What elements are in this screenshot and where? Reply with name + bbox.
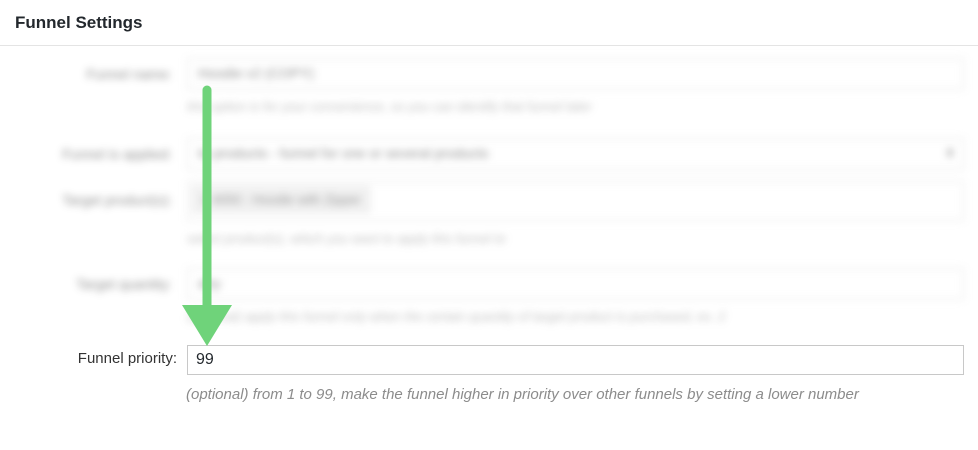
target-quantity-input[interactable]: any: [187, 268, 964, 300]
panel-header: Funnel Settings: [0, 0, 978, 46]
target-quantity-label: Target quantity:: [76, 276, 172, 292]
funnel-priority-input[interactable]: 99: [187, 345, 964, 375]
funnel-name-input[interactable]: Hoodie v2 (COPY): [187, 58, 964, 90]
funnel-priority-label: Funnel priority:: [77, 350, 177, 367]
funnel-settings-page: Funnel Settings Funnel name: Hoodie v2 (…: [0, 0, 978, 450]
select-arrow-icon: ⬍: [945, 146, 956, 160]
target-quantity-help: (optional) apply this funnel only when t…: [187, 309, 726, 324]
funnel-applied-label: Funnel is applied:: [62, 146, 172, 162]
funnel-applied-select[interactable]: to products - funnel for one or several …: [187, 138, 964, 170]
target-products-help: select product(s), which you want to app…: [187, 231, 506, 246]
blurred-settings-area: Funnel name: Hoodie v2 (COPY) this optio…: [0, 47, 978, 337]
funnel-name-help: this option is for your convenience, so …: [187, 99, 592, 114]
funnel-priority-help: (optional) from 1 to 99, make the funnel…: [186, 386, 859, 403]
target-product-chip[interactable]: × 4050 - Hoodie with Zipper: [192, 186, 371, 213]
panel-title: Funnel Settings: [15, 13, 143, 32]
funnel-name-label: Funnel name:: [86, 66, 172, 82]
target-products-label: Target product(s):: [62, 192, 172, 208]
